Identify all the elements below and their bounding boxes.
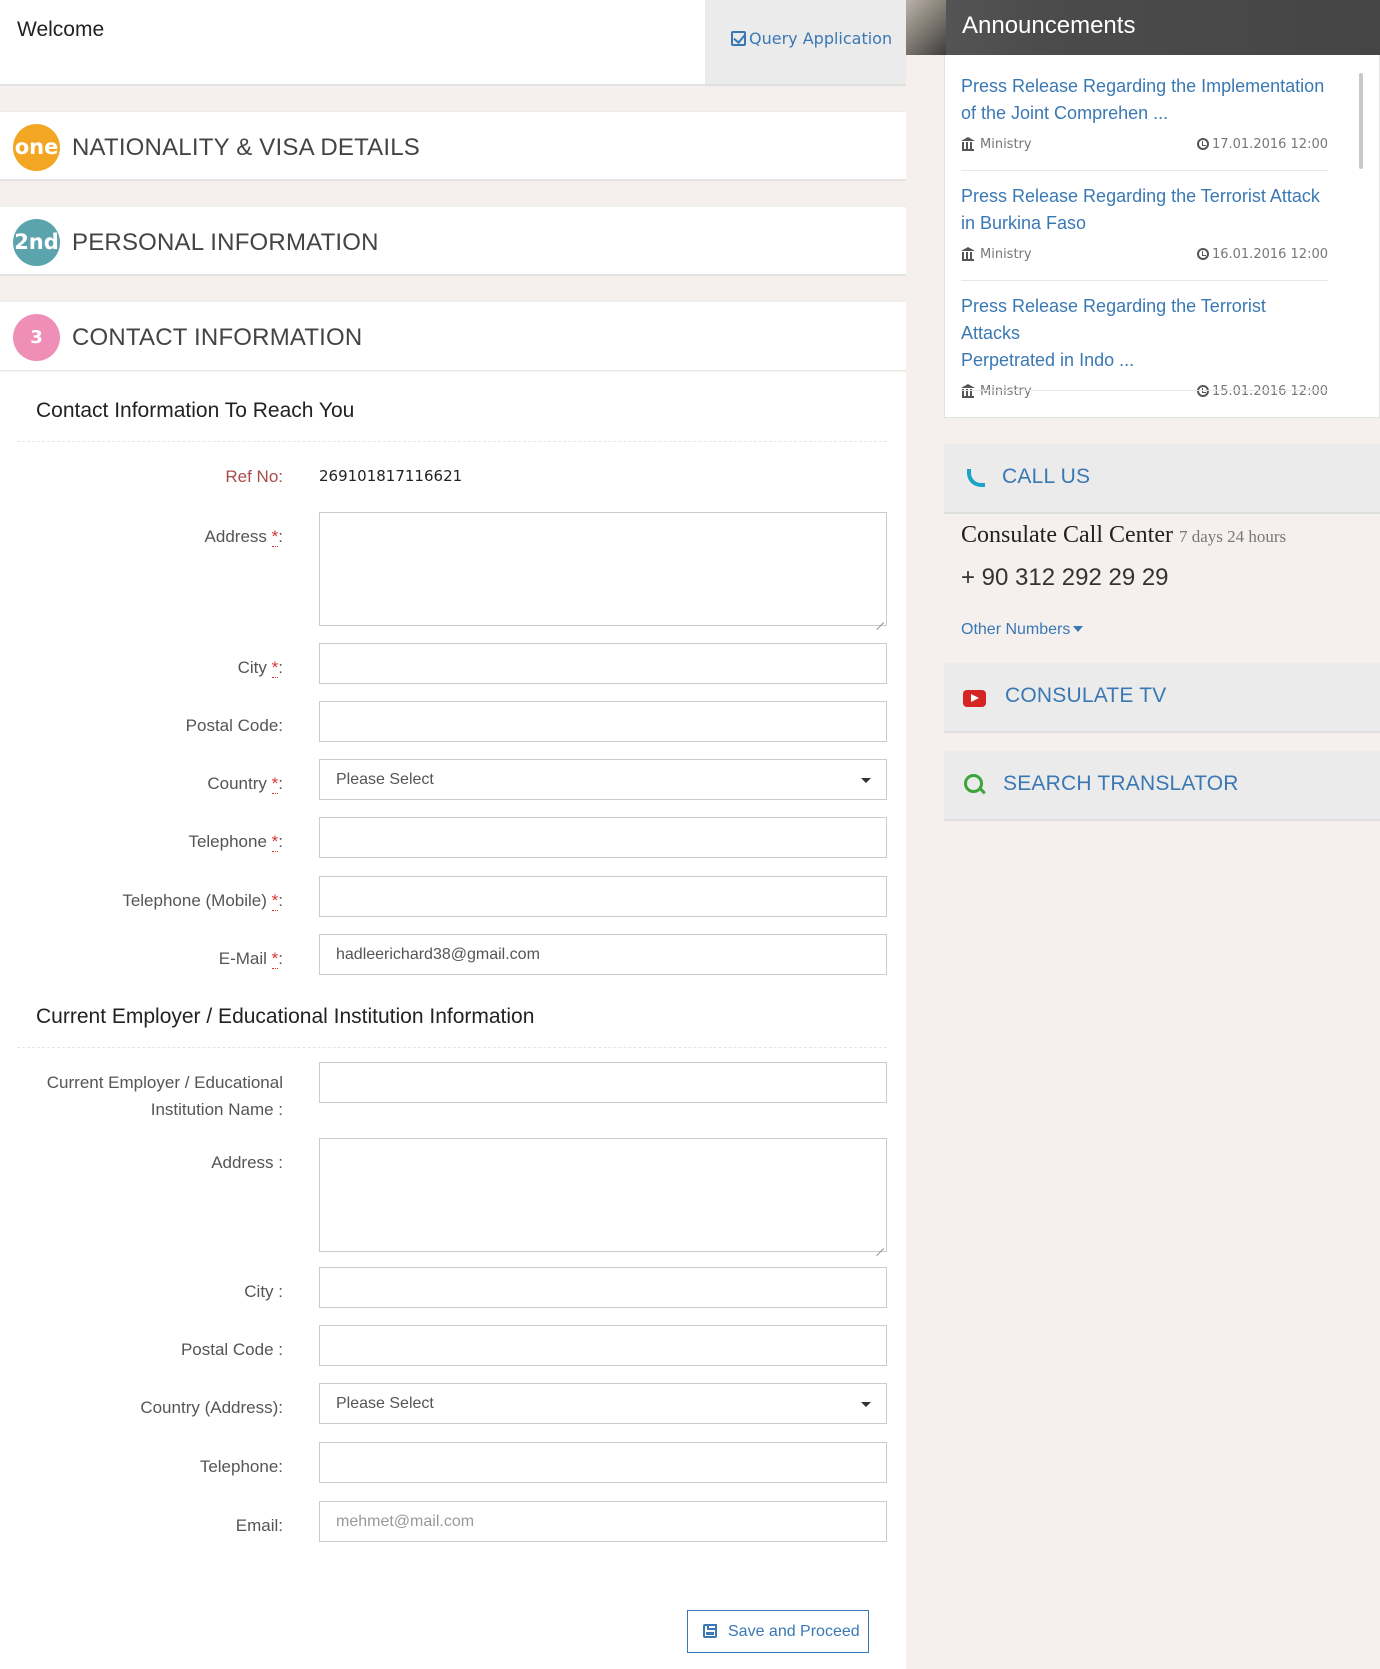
employer-postal-label: Postal Code : <box>180 1340 283 1359</box>
ref-no-label: Ref No: <box>225 467 283 486</box>
employer-email-label: Email: <box>235 1516 283 1535</box>
employer-name-label: Current Employer / Educational Institutio… <box>46 1073 283 1119</box>
address-label: Address *: <box>204 527 283 547</box>
search-translator-label: SEARCH TRANSLATOR <box>1003 772 1239 795</box>
announcement-date: 15.01.2016 12:00 <box>1196 383 1328 399</box>
ref-no-value: 269101817116621 <box>319 467 463 485</box>
step-badge-three: 3 <box>13 314 60 361</box>
announcement-item: Press Release Regarding the Implementati… <box>961 73 1328 154</box>
announcements-list[interactable]: Press Release Regarding the Implementati… <box>944 55 1380 418</box>
employer-telephone-label: Telephone: <box>199 1457 283 1476</box>
employer-country-label: Country (Address): <box>140 1398 283 1417</box>
clock-icon <box>1196 138 1209 150</box>
main-column: Welcome Query Application one NATIONALIT… <box>0 0 906 1669</box>
announcement-source: Ministry <box>961 136 1032 152</box>
announcements-title: Announcements <box>962 12 1136 39</box>
city-label: City *: <box>237 658 283 678</box>
institution-icon <box>961 247 975 261</box>
announcement-source: Ministry <box>961 383 1032 399</box>
employer-name-input[interactable] <box>319 1062 887 1103</box>
telephone-input[interactable] <box>319 817 887 858</box>
search-icon <box>964 774 984 796</box>
header-photo <box>906 0 946 55</box>
announcement-link[interactable]: Press Release Regarding the Terrorist At… <box>961 293 1328 374</box>
step-title: CONTACT INFORMATION <box>72 324 363 351</box>
call-center-hours: 7 days 24 hours <box>1178 527 1287 546</box>
list-divider <box>961 390 1328 391</box>
clock-icon <box>1196 248 1209 260</box>
clock-icon <box>1196 385 1209 397</box>
employer-country-select[interactable]: Please Select <box>319 1383 887 1424</box>
welcome-text: Welcome <box>17 18 105 41</box>
step-contact-information[interactable]: 3 CONTACT INFORMATION <box>0 301 906 371</box>
mobile-input[interactable] <box>319 876 887 917</box>
announcement-source: Ministry <box>961 246 1032 262</box>
section-divider <box>17 441 887 442</box>
employer-city-input[interactable] <box>319 1267 887 1308</box>
email-label: E-Mail *: <box>218 949 283 969</box>
step-badge-second: 2nd <box>13 219 60 266</box>
call-center-phone: + 90 312 292 29 29 <box>961 564 1169 591</box>
top-bar: Welcome Query Application <box>0 0 906 86</box>
phone-icon <box>965 468 985 487</box>
check-square-icon <box>731 31 746 46</box>
announcement-date: 17.01.2016 12:00 <box>1196 136 1328 152</box>
country-select[interactable]: Please Select <box>319 759 887 800</box>
contact-section-title: Contact Information To Reach You <box>36 399 355 422</box>
list-divider <box>961 170 1328 171</box>
section-divider <box>17 1047 887 1048</box>
list-divider <box>961 280 1328 281</box>
other-numbers-dropdown[interactable]: Other Numbers <box>961 621 1084 639</box>
call-center-title: Consulate Call Center 7 days 24 hours <box>961 522 1287 548</box>
city-input[interactable] <box>319 643 887 684</box>
announcement-item: Press Release Regarding the Terrorist At… <box>961 293 1328 401</box>
announcement-link[interactable]: Press Release Regarding the Terrorist At… <box>961 183 1328 237</box>
institution-icon <box>961 137 975 151</box>
employer-postal-input[interactable] <box>319 1325 887 1366</box>
caret-down-icon <box>861 778 871 783</box>
step-badge-one: one <box>13 124 60 171</box>
consulate-tv-label: CONSULATE TV <box>1005 684 1167 707</box>
caret-down-icon <box>861 1402 871 1407</box>
step-personal-information[interactable]: 2nd PERSONAL INFORMATION <box>0 206 906 276</box>
query-application-box: Query Application <box>705 0 906 86</box>
announcement-date: 16.01.2016 12:00 <box>1196 246 1328 262</box>
call-us-bar[interactable]: CALL US <box>944 444 1380 514</box>
employer-address-label: Address : <box>211 1153 283 1172</box>
announcement-item: Press Release Regarding the Terrorist At… <box>961 183 1328 264</box>
caret-down-icon <box>1073 626 1084 632</box>
consulate-tv-bar[interactable]: CONSULATE TV <box>944 663 1380 733</box>
step-title: PERSONAL INFORMATION <box>72 229 379 256</box>
step-title: NATIONALITY & VISA DETAILS <box>72 134 420 161</box>
postal-code-label: Postal Code: <box>185 716 283 735</box>
telephone-label: Telephone *: <box>188 832 283 852</box>
floppy-disk-icon <box>703 1624 717 1638</box>
query-application-link[interactable]: Query Application <box>731 29 892 48</box>
employer-email-input[interactable]: mehmet@mail.com <box>319 1501 887 1542</box>
youtube-icon <box>963 690 986 707</box>
step-nationality-visa[interactable]: one NATIONALITY & VISA DETAILS <box>0 111 906 181</box>
search-translator-bar[interactable]: SEARCH TRANSLATOR <box>944 751 1380 821</box>
email-input[interactable]: hadleerichard38@gmail.com <box>319 934 887 975</box>
employer-section-title: Current Employer / Educational Instituti… <box>36 1005 535 1028</box>
address-textarea[interactable] <box>319 512 887 626</box>
announcements-header: Announcements <box>906 0 1380 55</box>
save-and-proceed-button[interactable]: Save and Proceed <box>687 1610 869 1653</box>
query-application-label: Query Application <box>749 29 893 48</box>
announcement-link[interactable]: Press Release Regarding the Implementati… <box>961 73 1328 127</box>
call-us-label: CALL US <box>1002 465 1091 488</box>
mobile-label: Telephone (Mobile) *: <box>122 891 283 911</box>
employer-city-label: City : <box>244 1282 283 1301</box>
postal-code-input[interactable] <box>319 701 887 742</box>
country-label: Country *: <box>207 774 283 794</box>
employer-telephone-input[interactable] <box>319 1442 887 1483</box>
sidebar: Announcements Press Release Regarding th… <box>906 0 1380 1669</box>
resize-grip-icon[interactable] <box>874 613 884 623</box>
employer-address-textarea[interactable] <box>319 1138 887 1252</box>
scrollbar-thumb[interactable] <box>1359 73 1363 169</box>
resize-grip-icon[interactable] <box>874 1239 884 1249</box>
